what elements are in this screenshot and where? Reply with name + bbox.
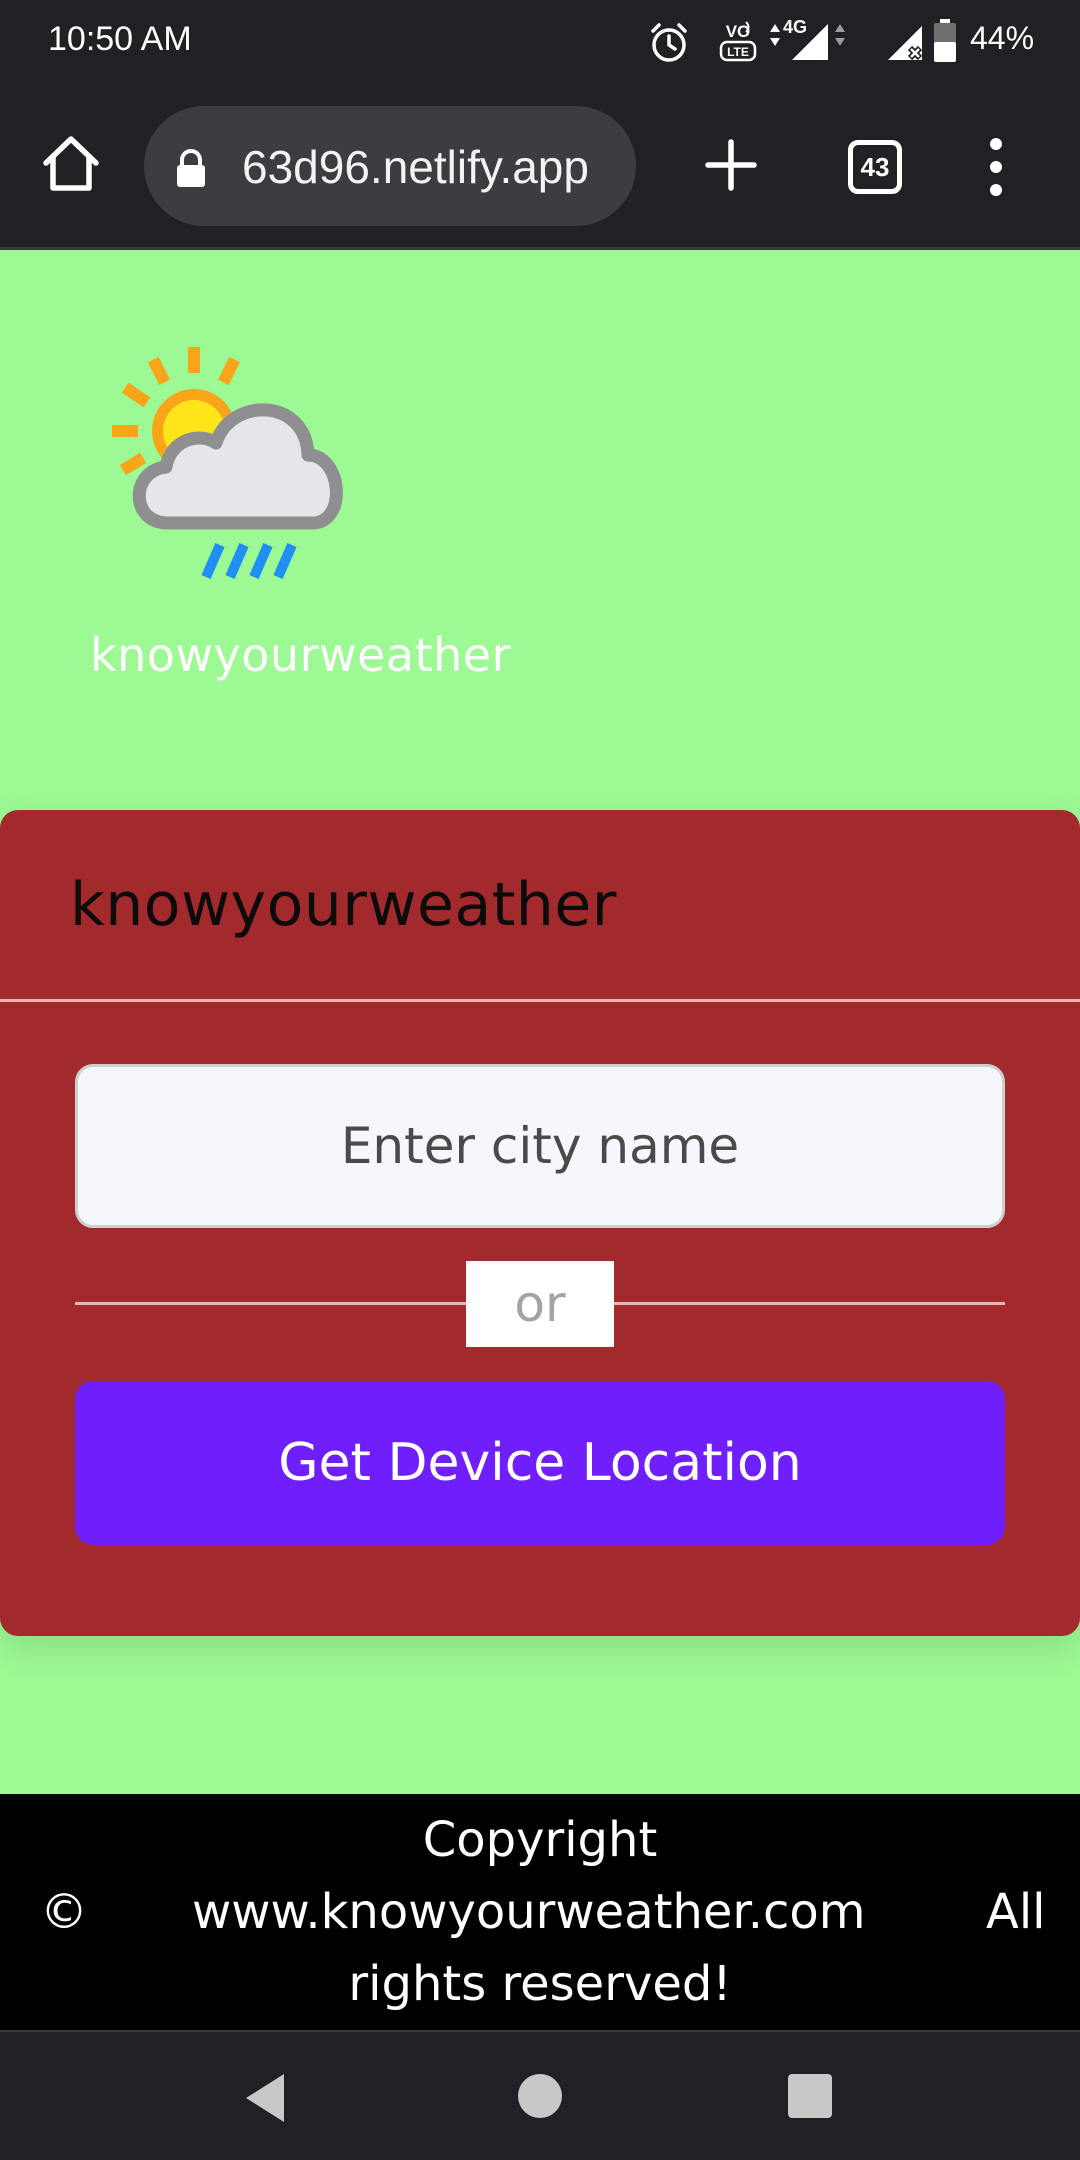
status-time: 10:50 AM [48, 20, 192, 58]
lock-icon [177, 149, 205, 187]
sun-cloud-rain-icon [112, 347, 343, 580]
status-icons: VO LTE 4G 44% [648, 16, 1038, 72]
svg-text:4G: 4G [783, 17, 807, 37]
tab-count: 43 [860, 151, 890, 182]
search-card: knowyourweather or Get Device Location [0, 810, 1080, 1636]
footer-all: All [986, 1884, 1046, 1940]
alarm-icon [651, 23, 687, 62]
get-device-location-button[interactable]: Get Device Location [75, 1381, 1005, 1545]
battery-percent: 44% [970, 20, 1035, 56]
footer-domain: www.knowyourweather.com [192, 1884, 866, 1940]
footer-copyright-symbol: © [40, 1884, 88, 1940]
browser-toolbar: 63d96.netlify.app 43 [0, 84, 1080, 250]
system-navigation-bar [0, 2030, 1080, 2160]
status-bar: 10:50 AM VO LTE 4G 44% [0, 0, 1080, 84]
footer-copyright: Copyright [422, 1812, 658, 1868]
volte-icon: VO LTE [719, 21, 757, 62]
footer: Copyright © www.knowyourweather.com All … [0, 1794, 1080, 2030]
url-text: 63d96.netlify.app [242, 141, 589, 193]
card-divider [0, 999, 1080, 1002]
card-title: knowyourweather [70, 870, 617, 940]
recents-icon[interactable] [786, 2072, 834, 2120]
more-vert-icon[interactable] [984, 136, 1008, 198]
city-input[interactable] [75, 1064, 1005, 1228]
plus-icon[interactable] [704, 138, 758, 192]
footer-rights: rights reserved! [348, 1956, 732, 2012]
home-icon[interactable] [38, 130, 104, 196]
tabs-icon[interactable]: 43 [848, 140, 902, 194]
svg-text:LTE: LTE [727, 45, 749, 59]
address-bar[interactable]: 63d96.netlify.app [144, 106, 636, 226]
back-icon[interactable] [240, 2070, 290, 2126]
signal-4g-icon: 4G [770, 17, 845, 60]
logo-text: knowyourweather [90, 628, 512, 682]
signal-no-sim-icon [888, 26, 923, 61]
or-label: or [466, 1261, 614, 1347]
battery-icon [934, 19, 956, 62]
home-circle-icon[interactable] [516, 2072, 564, 2120]
